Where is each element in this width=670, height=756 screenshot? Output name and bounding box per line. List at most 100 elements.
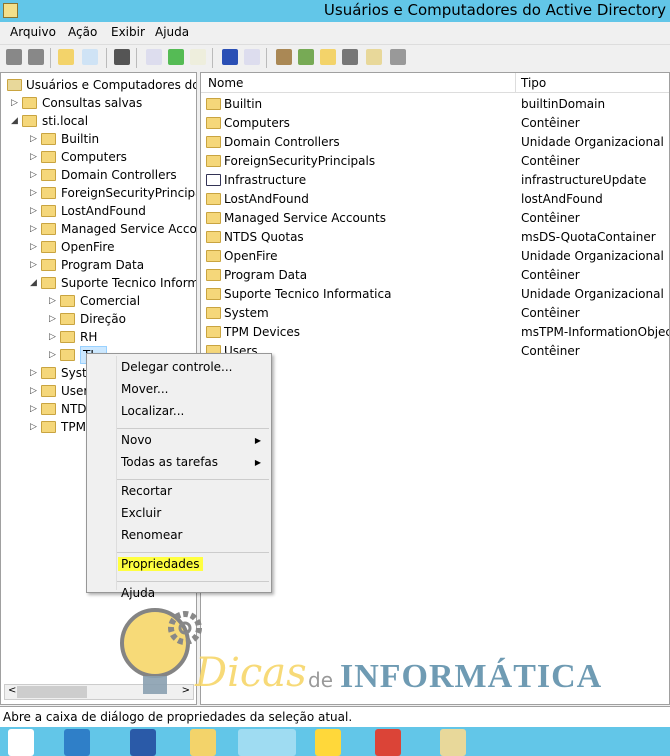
- list-item[interactable]: System Contêiner: [201, 304, 669, 322]
- list-item[interactable]: Infrastructure infrastructureUpdate: [201, 171, 669, 189]
- list-item[interactable]: Domain Controllers Unidade Organizacional: [201, 133, 669, 151]
- tree-item[interactable]: ◢ Suporte Tecnico Informa: [1, 274, 196, 292]
- back-icon[interactable]: [6, 49, 22, 65]
- lightbulb-icon[interactable]: [315, 729, 341, 756]
- clipboard-icon[interactable]: [114, 49, 130, 65]
- expand-arrow-icon[interactable]: ▷: [30, 202, 37, 220]
- tree-item[interactable]: ◢ sti.local: [1, 112, 196, 130]
- list-item[interactable]: Builtin builtinDomain: [201, 95, 669, 113]
- ad-users-computers-icon[interactable]: [238, 729, 296, 756]
- menu-ajuda[interactable]: Ajuda: [155, 25, 189, 39]
- folder-icon: [41, 259, 56, 271]
- list-item[interactable]: TPM Devices msTPM-InformationObjects: [201, 323, 669, 341]
- expand-arrow-icon[interactable]: ▷: [49, 328, 56, 346]
- expand-arrow-icon[interactable]: ▷: [30, 184, 37, 202]
- up-folder-icon[interactable]: [58, 49, 74, 65]
- menu-item-todas-as-tarefas[interactable]: Todas as tarefas: [121, 455, 218, 469]
- menu-arquivo[interactable]: Arquivo: [10, 25, 56, 39]
- show-hide-console-tree-icon[interactable]: [82, 49, 98, 65]
- show-action-pane-icon[interactable]: [244, 49, 260, 65]
- collapse-arrow-icon[interactable]: ◢: [30, 274, 37, 292]
- folder-icon: [41, 133, 56, 145]
- refresh-icon[interactable]: [168, 49, 184, 65]
- new-group-icon[interactable]: [298, 49, 314, 65]
- expand-arrow-icon[interactable]: ▷: [30, 166, 37, 184]
- list-item[interactable]: Managed Service Accounts Contêiner: [201, 209, 669, 227]
- menu-item-novo[interactable]: Novo: [121, 433, 152, 447]
- scroll-thumb[interactable]: [17, 686, 87, 698]
- forward-icon[interactable]: [28, 49, 44, 65]
- tree-item[interactable]: ▷ ForeignSecurityPrincipals: [1, 184, 196, 202]
- expand-arrow-icon[interactable]: ▷: [49, 346, 56, 364]
- tree-item[interactable]: ▷ Program Data: [1, 256, 196, 274]
- folder-icon: [41, 241, 56, 253]
- menu-item-propriedades[interactable]: Propriedades: [118, 557, 203, 571]
- expand-arrow-icon[interactable]: ▷: [30, 220, 37, 238]
- menu-item-localizar[interactable]: Localizar...: [121, 404, 184, 418]
- chrome-icon[interactable]: [375, 729, 401, 756]
- expand-arrow-icon[interactable]: ▷: [30, 256, 37, 274]
- server-manager-icon[interactable]: [64, 729, 90, 756]
- tree-item[interactable]: ▷ Domain Controllers: [1, 166, 196, 184]
- tree-item[interactable]: ▷ RH: [1, 328, 196, 346]
- tree-item[interactable]: ▷ OpenFire: [1, 238, 196, 256]
- list-item[interactable]: LostAndFound lostAndFound: [201, 190, 669, 208]
- help-icon[interactable]: [222, 49, 238, 65]
- collapse-arrow-icon[interactable]: ◢: [11, 112, 18, 130]
- expand-arrow-icon[interactable]: ▷: [30, 364, 37, 382]
- menu-exibir[interactable]: Exibir: [111, 25, 145, 39]
- expand-arrow-icon[interactable]: ▷: [30, 400, 37, 418]
- expand-arrow-icon[interactable]: ▷: [11, 94, 18, 112]
- notepad-icon[interactable]: [440, 729, 466, 756]
- file-explorer-icon[interactable]: [190, 729, 216, 756]
- tree-item[interactable]: ▷ Managed Service Accour: [1, 220, 196, 238]
- column-nome[interactable]: Nome: [208, 76, 243, 90]
- menu-item-mover[interactable]: Mover...: [121, 382, 168, 396]
- powershell-icon[interactable]: [130, 729, 156, 756]
- expand-arrow-icon[interactable]: ▷: [30, 418, 37, 436]
- tree-item[interactable]: ▷ Direção: [1, 310, 196, 328]
- folder-icon: [206, 288, 221, 300]
- expand-arrow-icon[interactable]: ▷: [30, 130, 37, 148]
- scroll-left-icon[interactable]: <: [8, 685, 16, 696]
- tree-item[interactable]: Usuários e Computadores do Ac: [1, 76, 196, 94]
- folder-icon: [41, 421, 56, 433]
- expand-arrow-icon[interactable]: ▷: [30, 238, 37, 256]
- add-to-group-icon[interactable]: [390, 49, 406, 65]
- tree-item[interactable]: ▷ Computers: [1, 148, 196, 166]
- expand-arrow-icon[interactable]: ▷: [30, 382, 37, 400]
- new-user-icon[interactable]: [276, 49, 292, 65]
- menu-item-renomear[interactable]: Renomear: [121, 528, 183, 542]
- expand-arrow-icon[interactable]: ▷: [30, 148, 37, 166]
- start-icon[interactable]: [8, 729, 34, 756]
- column-tipo[interactable]: Tipo: [521, 76, 546, 90]
- expand-arrow-icon[interactable]: ▷: [49, 310, 56, 328]
- tree-item[interactable]: ▷ Consultas salvas: [1, 94, 196, 112]
- list-item[interactable]: ForeignSecurityPrincipals Contêiner: [201, 152, 669, 170]
- properties-icon[interactable]: [146, 49, 162, 65]
- menu-item-excluir[interactable]: Excluir: [121, 506, 161, 520]
- menu-acao[interactable]: Ação: [68, 25, 97, 39]
- export-list-icon[interactable]: [190, 49, 206, 65]
- folder-icon: [60, 331, 75, 343]
- item-type: lostAndFound: [521, 192, 603, 206]
- list-item[interactable]: Computers Contêiner: [201, 114, 669, 132]
- find-icon[interactable]: [366, 49, 382, 65]
- tree-item-label: NTD: [61, 402, 87, 416]
- item-type: infrastructureUpdate: [521, 173, 647, 187]
- expand-arrow-icon[interactable]: ▷: [49, 292, 56, 310]
- item-type: Contêiner: [521, 306, 580, 320]
- tree-item-label: Builtin: [61, 132, 100, 146]
- menu-item-delegar-controle[interactable]: Delegar controle...: [121, 360, 232, 374]
- item-name: System: [224, 306, 269, 320]
- list-item[interactable]: Suporte Tecnico Informatica Unidade Organ…: [201, 285, 669, 303]
- tree-item[interactable]: ▷ Comercial: [1, 292, 196, 310]
- list-item[interactable]: NTDS Quotas msDS-QuotaContainer: [201, 228, 669, 246]
- tree-item[interactable]: ▷ Builtin: [1, 130, 196, 148]
- new-ou-icon[interactable]: [320, 49, 336, 65]
- tree-item[interactable]: ▷ LostAndFound: [1, 202, 196, 220]
- list-item[interactable]: Program Data Contêiner: [201, 266, 669, 284]
- menu-item-recortar[interactable]: Recortar: [121, 484, 172, 498]
- list-item[interactable]: OpenFire Unidade Organizacional: [201, 247, 669, 265]
- filter-icon[interactable]: [342, 49, 358, 65]
